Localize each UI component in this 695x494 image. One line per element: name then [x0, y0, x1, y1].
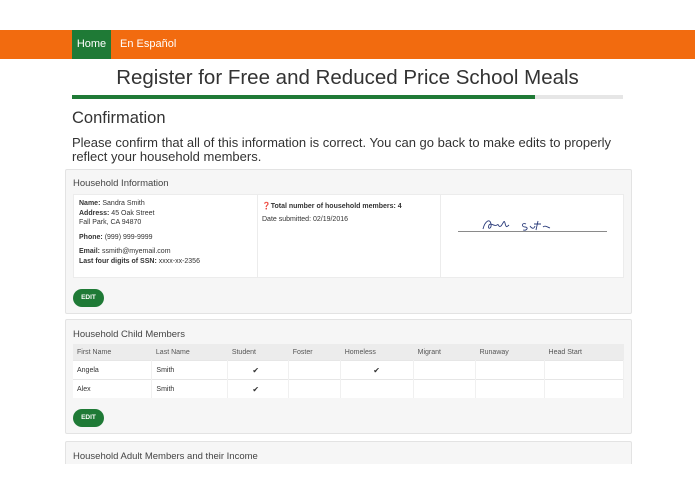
column-divider: [440, 195, 441, 277]
child-members-table: First Name Last Name Student Foster Home…: [73, 344, 624, 398]
runaway-cell: [475, 360, 546, 380]
foster-cell: [288, 360, 342, 380]
signature-line: [458, 231, 607, 232]
info-icon: ❓: [262, 203, 271, 210]
head-start-cell: [544, 379, 624, 398]
column-header: Student: [227, 344, 289, 361]
column-header: Foster: [288, 344, 341, 361]
ssn-value: xxxx-xx-2356: [158, 257, 200, 265]
edit-household-info-button[interactable]: EDIT: [73, 289, 104, 307]
student-check-icon: ✔: [227, 360, 290, 380]
top-navbar: Home En Español: [0, 30, 695, 59]
progress-bar-fill: [72, 95, 535, 99]
migrant-cell: [413, 379, 477, 398]
student-check-icon: ✔: [227, 379, 290, 398]
top-spacer: [0, 0, 695, 30]
address-line1: 45 Oak Street: [111, 209, 155, 217]
nav-spanish-link[interactable]: En Español: [120, 30, 176, 59]
runaway-cell: [475, 379, 546, 398]
address-line2: Fall Park, CA 94870: [79, 219, 142, 226]
first-name-cell: Alex: [73, 379, 153, 398]
email-label: Email:: [79, 248, 101, 255]
household-info-panel: Household Information Name: Sandra Smith…: [65, 169, 632, 314]
nav-home-link[interactable]: Home: [72, 30, 111, 59]
column-divider: [257, 195, 258, 277]
foster-cell: [288, 379, 342, 398]
column-header: Runaway: [475, 344, 545, 361]
ssn-label: Last four digits of SSN:: [79, 257, 157, 265]
child-members-heading: Household Child Members: [73, 329, 185, 340]
date-submitted: Date submitted: 02/19/2016: [262, 216, 349, 223]
last-name-cell: Smith: [151, 360, 229, 380]
contact-details: Name: Sandra Smith Address: 45 Oak Stree…: [79, 199, 259, 266]
column-header: Migrant: [413, 344, 476, 361]
head-start-cell: [544, 360, 624, 380]
confirmation-intro: Please confirm that all of this informat…: [72, 135, 612, 164]
homeless-check-icon: ✔: [340, 360, 415, 380]
confirmation-heading: Confirmation: [72, 109, 166, 127]
name-label: Name:: [79, 200, 101, 207]
household-info-box: Name: Sandra Smith Address: 45 Oak Stree…: [73, 194, 624, 278]
signature-image: [482, 220, 551, 231]
child-members-panel: Household Child Members First Name Last …: [65, 319, 632, 434]
address-label: Address:: [79, 209, 110, 217]
table-header-row: First Name Last Name Student Foster Home…: [73, 344, 624, 361]
column-header: Last Name: [151, 344, 228, 361]
table-row: Alex Smith ✔: [73, 379, 624, 398]
column-header: First Name: [73, 344, 152, 361]
page-bottom-fade: [0, 464, 695, 494]
edit-child-members-button[interactable]: EDIT: [73, 409, 104, 427]
household-info-heading: Household Information: [73, 178, 169, 189]
column-header: Head Start: [544, 344, 624, 361]
homeless-cell: [340, 379, 415, 398]
table-row: Angela Smith ✔ ✔: [73, 360, 624, 380]
phone-value: (999) 999-9999: [104, 233, 153, 241]
email-value: ssmith@myemail.com: [101, 248, 171, 255]
adult-members-heading: Household Adult Members and their Income: [73, 451, 258, 462]
submission-details: ❓Total number of household members: 4 Da…: [262, 199, 402, 227]
name-value: Sandra Smith: [102, 200, 145, 207]
page-title: Register for Free and Reduced Price Scho…: [116, 66, 579, 89]
total-members: Total number of household members: 4: [270, 203, 402, 210]
progress-bar: [72, 95, 623, 99]
phone-label: Phone:: [79, 233, 103, 241]
first-name-cell: Angela: [73, 360, 153, 380]
column-header: Homeless: [340, 344, 414, 361]
last-name-cell: Smith: [151, 379, 229, 398]
migrant-cell: [413, 360, 477, 380]
